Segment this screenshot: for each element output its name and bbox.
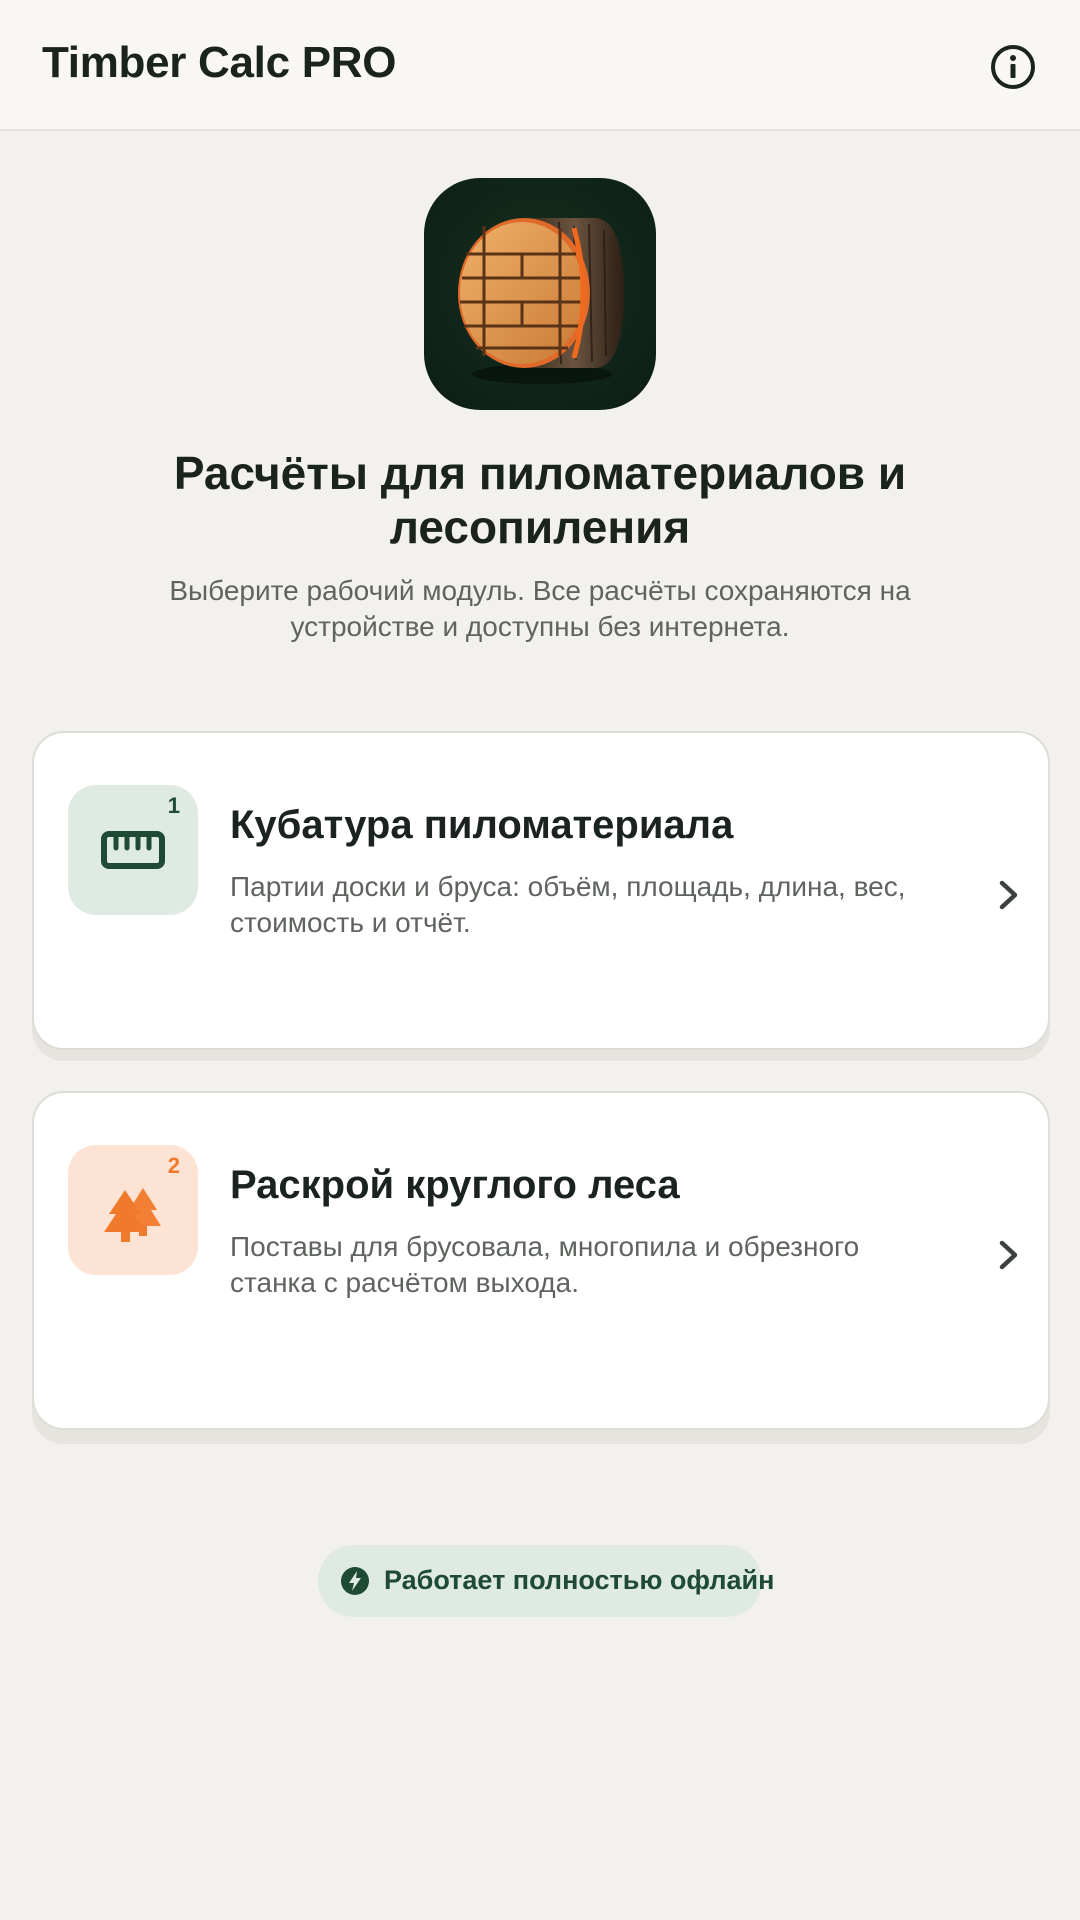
offline-status-label: Работает полностью офлайн [384,1565,775,1595]
app-title: Timber Calc PRO [42,38,397,87]
bolt-icon [341,1567,369,1595]
ruler-icon [101,831,165,869]
module-title: Кубатура пиломатериала [230,803,734,847]
app-logo [424,178,656,410]
offline-status-badge: Работает полностью офлайн [318,1545,774,1617]
info-button[interactable] [988,42,1038,92]
top-app-bar: Timber Calc PRO [0,0,1080,131]
hero-subtitle: Выберите рабочий модуль. Все расчёты сох… [169,575,911,642]
module-icon-box: 1 [68,785,198,915]
chevron-right-icon [999,1240,1018,1270]
info-circle-icon [991,45,1035,89]
module-card-sawing-wrapper: 2 Раскрой круглого леса Поставы для брус… [32,1091,1050,1444]
module-icon-box: 2 [68,1145,198,1275]
module-card-log-sawing[interactable]: 2 Раскрой круглого леса Поставы для брус… [32,1091,1050,1430]
trees-icon [104,1188,161,1242]
hero-title: Расчёты для пиломатериалов и лесопиления [173,447,907,553]
module-number-badge: 1 [167,793,180,818]
module-description: Поставы для брусовала, многопила и обрез… [230,1231,860,1298]
module-title: Раскрой круглого леса [230,1163,680,1207]
module-description: Партии доски и бруса: объём, площадь, дл… [230,871,906,938]
chevron-right-icon [999,880,1018,910]
module-card-lumber-volume[interactable]: 1 Кубатура пиломатериала Партии доски и … [32,731,1050,1050]
module-card-volume-wrapper: 1 Кубатура пиломатериала Партии доски и … [32,731,1050,1061]
log-with-boards-logo [458,218,624,384]
module-number-badge: 2 [167,1153,180,1178]
